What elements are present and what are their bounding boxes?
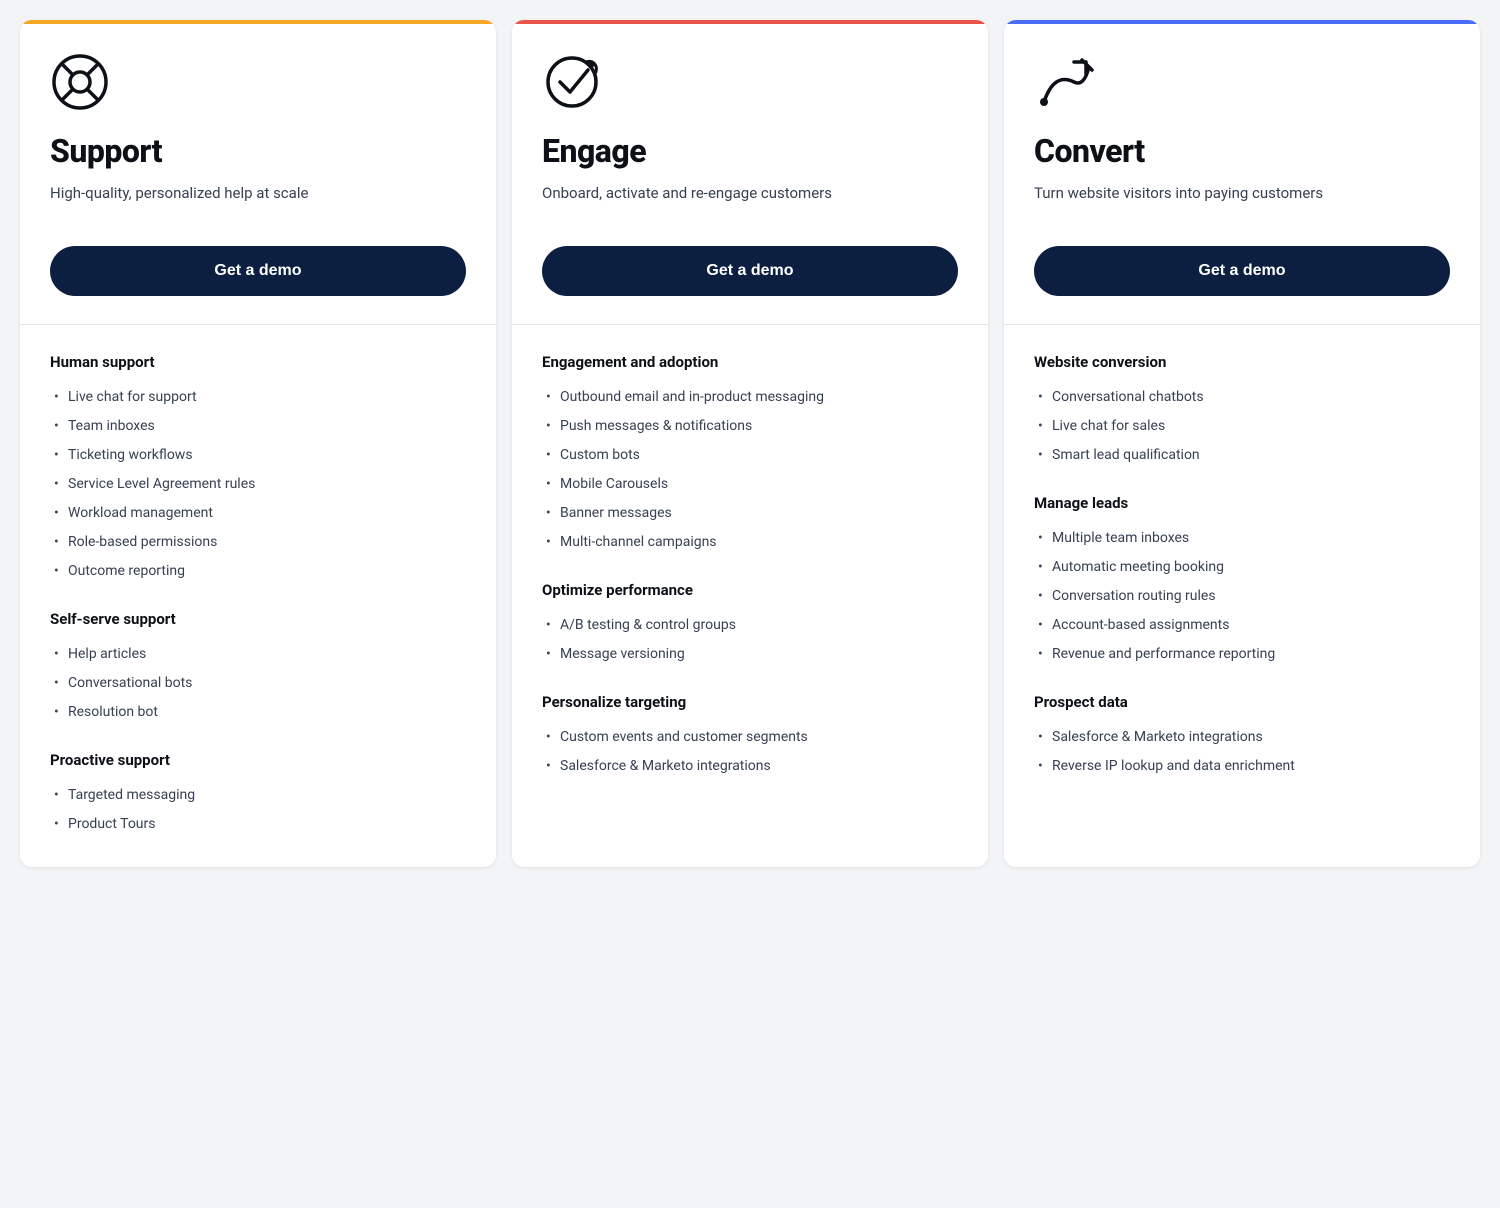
list-item: Ticketing workflows <box>50 441 466 470</box>
list-item: Custom bots <box>542 441 958 470</box>
list-item: Message versioning <box>542 640 958 669</box>
list-item: Outbound email and in-product messaging <box>542 383 958 412</box>
card-engage-title: Engage <box>542 132 958 170</box>
convert-icon <box>1034 52 1094 112</box>
list-item: Mobile Carousels <box>542 470 958 499</box>
card-engage-body: Engagement and adoption Outbound email an… <box>512 324 988 809</box>
card-support-section-0-title: Human support <box>50 353 466 371</box>
card-engage-section-1-title: Optimize performance <box>542 581 958 599</box>
list-item: Automatic meeting booking <box>1034 553 1450 582</box>
card-support-section-2-list: Targeted messagingProduct Tours <box>50 781 466 839</box>
list-item: Conversational bots <box>50 669 466 698</box>
list-item: Smart lead qualification <box>1034 441 1450 470</box>
card-engage-section-0: Engagement and adoption Outbound email an… <box>542 353 958 557</box>
card-engage-section-2-list: Custom events and customer segmentsSales… <box>542 723 958 781</box>
card-convert-section-1-title: Manage leads <box>1034 494 1450 512</box>
cards-container: Support High-quality, personalized help a… <box>20 20 1480 867</box>
list-item: Team inboxes <box>50 412 466 441</box>
card-convert-section-2: Prospect data Salesforce & Marketo integr… <box>1034 693 1450 781</box>
list-item: Live chat for sales <box>1034 412 1450 441</box>
card-convert: Convert Turn website visitors into paying… <box>1004 20 1480 867</box>
list-item: Conversational chatbots <box>1034 383 1450 412</box>
list-item: Role-based permissions <box>50 528 466 557</box>
card-support-section-1: Self-serve support Help articlesConversat… <box>50 610 466 727</box>
list-item: Custom events and customer segments <box>542 723 958 752</box>
card-engage-header: Engage Onboard, activate and re-engage cu… <box>512 20 988 324</box>
card-support-section-0-list: Live chat for supportTeam inboxesTicketi… <box>50 383 466 586</box>
card-support-title: Support <box>50 132 466 170</box>
list-item: Help articles <box>50 640 466 669</box>
card-convert-section-1-list: Multiple team inboxesAutomatic meeting b… <box>1034 524 1450 669</box>
card-convert-section-0-list: Conversational chatbotsLive chat for sal… <box>1034 383 1450 470</box>
card-support: Support High-quality, personalized help a… <box>20 20 496 867</box>
list-item: Targeted messaging <box>50 781 466 810</box>
card-convert-section-2-list: Salesforce & Marketo integrationsReverse… <box>1034 723 1450 781</box>
card-convert-header: Convert Turn website visitors into paying… <box>1004 20 1480 324</box>
card-convert-demo-button[interactable]: Get a demo <box>1034 246 1450 296</box>
card-engage-section-1-list: A/B testing & control groupsMessage vers… <box>542 611 958 669</box>
list-item: Account-based assignments <box>1034 611 1450 640</box>
list-item: Salesforce & Marketo integrations <box>542 752 958 781</box>
card-support-body: Human support Live chat for supportTeam i… <box>20 324 496 867</box>
card-engage: Engage Onboard, activate and re-engage cu… <box>512 20 988 867</box>
card-support-subtitle: High-quality, personalized help at scale <box>50 182 466 222</box>
card-engage-section-2: Personalize targeting Custom events and c… <box>542 693 958 781</box>
list-item: Reverse IP lookup and data enrichment <box>1034 752 1450 781</box>
list-item: Banner messages <box>542 499 958 528</box>
list-item: Live chat for support <box>50 383 466 412</box>
card-convert-subtitle: Turn website visitors into paying custom… <box>1034 182 1450 222</box>
list-item: Multi-channel campaigns <box>542 528 958 557</box>
card-support-section-0: Human support Live chat for supportTeam i… <box>50 353 466 586</box>
support-icon <box>50 52 110 112</box>
card-convert-section-0: Website conversion Conversational chatbot… <box>1034 353 1450 470</box>
list-item: Revenue and performance reporting <box>1034 640 1450 669</box>
card-engage-section-1: Optimize performance A/B testing & contro… <box>542 581 958 669</box>
card-engage-section-2-title: Personalize targeting <box>542 693 958 711</box>
card-support-section-2-title: Proactive support <box>50 751 466 769</box>
card-support-section-2: Proactive support Targeted messagingProdu… <box>50 751 466 839</box>
card-engage-demo-button[interactable]: Get a demo <box>542 246 958 296</box>
engage-icon <box>542 52 602 112</box>
card-engage-section-0-title: Engagement and adoption <box>542 353 958 371</box>
card-support-demo-button[interactable]: Get a demo <box>50 246 466 296</box>
card-support-section-1-title: Self-serve support <box>50 610 466 628</box>
list-item: Workload management <box>50 499 466 528</box>
card-support-header: Support High-quality, personalized help a… <box>20 20 496 324</box>
card-convert-section-0-title: Website conversion <box>1034 353 1450 371</box>
list-item: Multiple team inboxes <box>1034 524 1450 553</box>
card-engage-section-0-list: Outbound email and in-product messagingP… <box>542 383 958 557</box>
list-item: Conversation routing rules <box>1034 582 1450 611</box>
card-engage-subtitle: Onboard, activate and re-engage customer… <box>542 182 958 222</box>
list-item: Salesforce & Marketo integrations <box>1034 723 1450 752</box>
list-item: A/B testing & control groups <box>542 611 958 640</box>
card-convert-body: Website conversion Conversational chatbot… <box>1004 324 1480 809</box>
card-convert-title: Convert <box>1034 132 1450 170</box>
list-item: Product Tours <box>50 810 466 839</box>
card-convert-section-2-title: Prospect data <box>1034 693 1450 711</box>
list-item: Push messages & notifications <box>542 412 958 441</box>
card-convert-section-1: Manage leads Multiple team inboxesAutomat… <box>1034 494 1450 669</box>
list-item: Outcome reporting <box>50 557 466 586</box>
list-item: Resolution bot <box>50 698 466 727</box>
card-support-section-1-list: Help articlesConversational botsResoluti… <box>50 640 466 727</box>
list-item: Service Level Agreement rules <box>50 470 466 499</box>
